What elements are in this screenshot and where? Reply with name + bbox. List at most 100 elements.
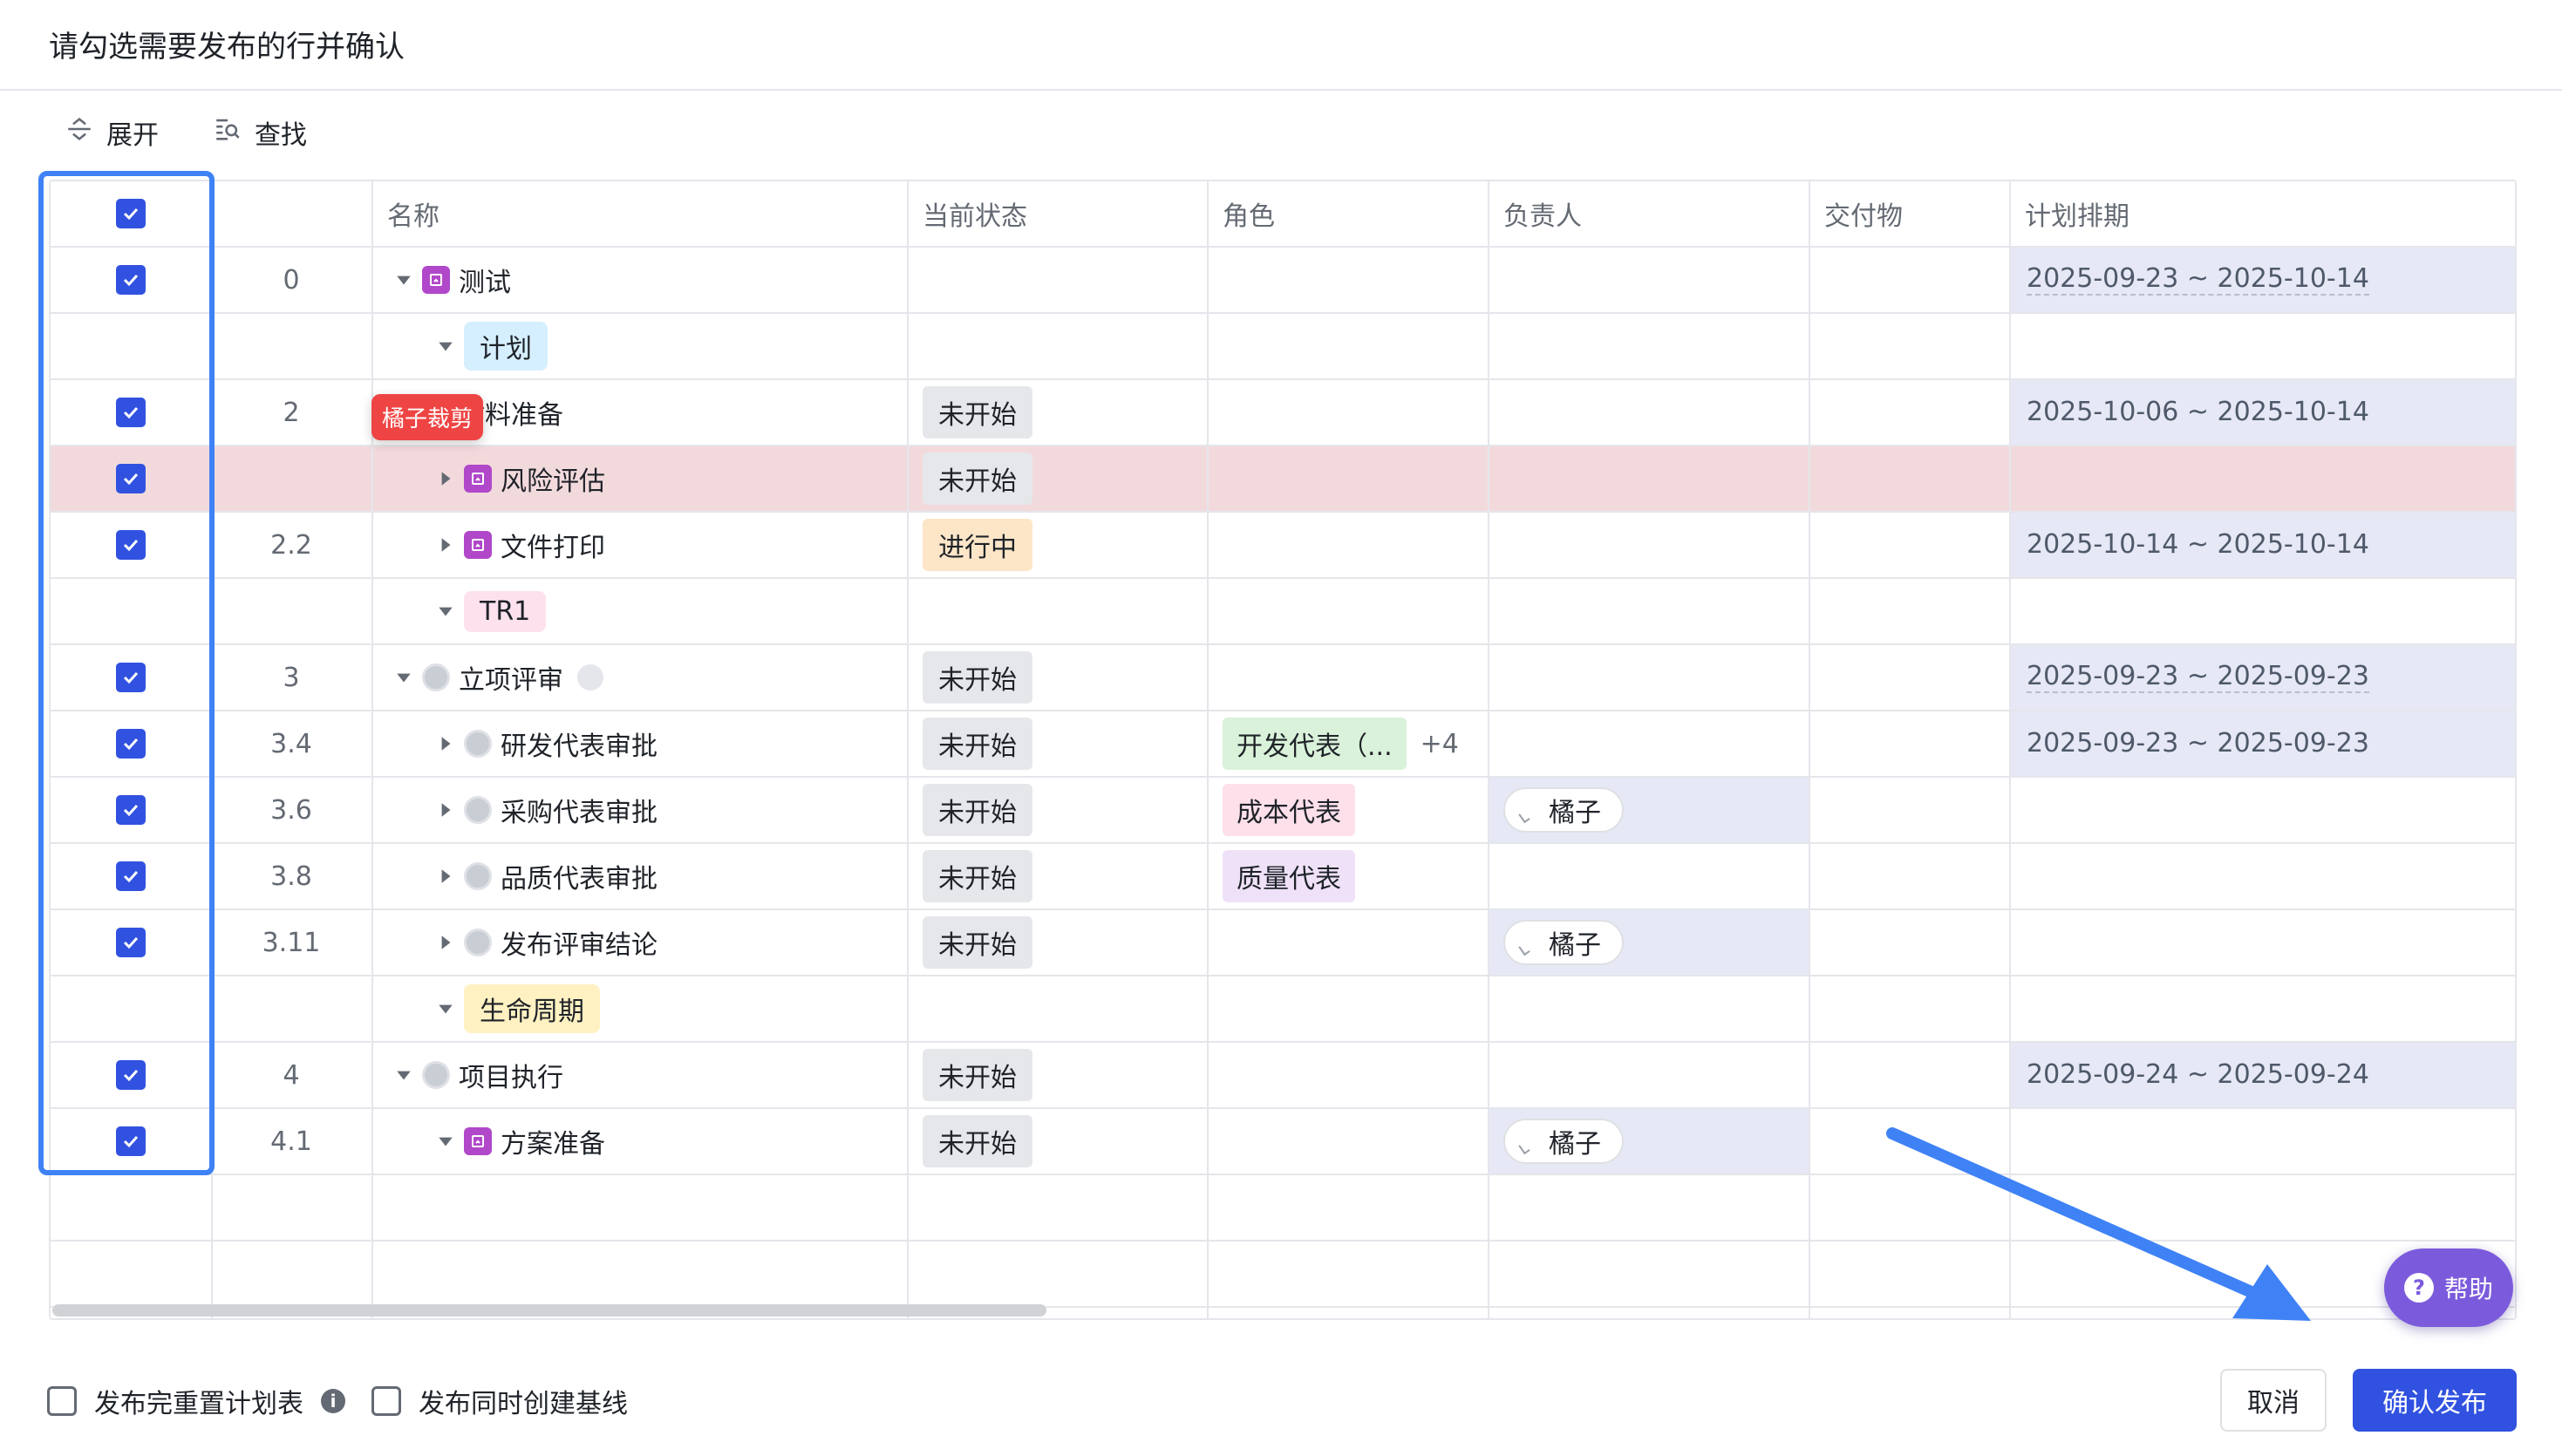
row-select-cell: [51, 976, 211, 1041]
task-icon: [464, 465, 492, 493]
status-badge[interactable]: 未开始: [923, 1049, 1032, 1101]
owner-chip[interactable]: 橘子: [1503, 787, 1624, 833]
row-number: [211, 446, 371, 511]
status-badge[interactable]: 未开始: [923, 386, 1032, 439]
table-row[interactable]: 风险评估 未开始: [51, 446, 2515, 513]
create-baseline-checkbox[interactable]: [371, 1386, 401, 1416]
role-tag[interactable]: 质量代表: [1223, 850, 1355, 902]
row-checkbox[interactable]: [116, 928, 146, 957]
row-checkbox[interactable]: [116, 1126, 146, 1156]
row-name-cell: 计划: [436, 314, 548, 378]
status-badge[interactable]: 未开始: [923, 651, 1032, 704]
help-icon: ?: [2403, 1273, 2434, 1303]
table-row[interactable]: 3 立项评审 未开始 2025-09-23 ~ 2025-09-23: [51, 645, 2515, 711]
title-divider: [0, 89, 2562, 91]
schedule-cell[interactable]: 2025-10-06 ~ 2025-10-14: [2011, 380, 2515, 445]
create-baseline-option[interactable]: 发布同时创建基线: [371, 1382, 628, 1420]
status-badge[interactable]: 未开始: [923, 784, 1032, 836]
table-row[interactable]: 0 测试 2025-09-23 ~ 2025-10-14: [51, 248, 2515, 314]
table-row[interactable]: 2.2 文件打印 进行中 2025-10-14 ~ 2025-10-14: [51, 513, 2515, 579]
collapse-caret-icon[interactable]: [436, 999, 455, 1018]
role-cell: 成本代表: [1223, 778, 1355, 842]
row-name-cell: 项目执行: [394, 1043, 563, 1107]
row-checkbox[interactable]: [116, 530, 146, 560]
owner-chip[interactable]: 橘子: [1503, 920, 1624, 965]
row-number: 0: [283, 264, 300, 296]
role-tag[interactable]: 开发代表（...: [1223, 718, 1407, 770]
table-row[interactable]: 3.6 采购代表审批 未开始 成本代表 橘子: [51, 778, 2515, 844]
column-header-deliverable[interactable]: 交付物: [1824, 181, 1903, 246]
collapse-caret-icon[interactable]: [394, 668, 413, 687]
row-number: 3.4: [270, 728, 312, 759]
column-header-owner[interactable]: 负责人: [1503, 181, 1582, 246]
row-checkbox[interactable]: [116, 1060, 146, 1090]
status-cell: 进行中: [923, 513, 1032, 577]
status-badge[interactable]: 未开始: [923, 916, 1032, 969]
find-button[interactable]: 查找: [213, 113, 307, 152]
row-name-cell: 生命周期: [436, 976, 600, 1041]
column-header-role[interactable]: 角色: [1223, 181, 1275, 246]
col-divider: [1488, 181, 1489, 1318]
row-checkbox[interactable]: [116, 729, 146, 759]
row-select-cell: [51, 248, 211, 312]
expand-caret-icon[interactable]: [436, 734, 455, 753]
reset-plan-checkbox[interactable]: [47, 1386, 77, 1416]
status-badge[interactable]: 未开始: [923, 1115, 1032, 1167]
status-badge[interactable]: 未开始: [923, 718, 1032, 770]
expand-caret-icon[interactable]: [436, 800, 455, 820]
schedule-cell[interactable]: 2025-09-23 ~ 2025-10-14: [2011, 248, 2515, 312]
status-cell: 未开始: [923, 446, 1032, 511]
reset-plan-option[interactable]: 发布完重置计划表 i: [47, 1382, 345, 1420]
role-more-count[interactable]: +4: [1421, 729, 1459, 759]
row-name: 品质代表审批: [501, 864, 658, 895]
schedule-cell[interactable]: 2025-10-14 ~ 2025-10-14: [2011, 513, 2515, 577]
row-checkbox[interactable]: [116, 795, 146, 825]
select-all-checkbox[interactable]: [116, 199, 146, 228]
row-checkbox[interactable]: [116, 265, 146, 295]
collapse-caret-icon[interactable]: [436, 602, 455, 621]
info-icon[interactable]: i: [321, 1389, 345, 1413]
collapse-circle-icon[interactable]: [577, 664, 603, 691]
collapse-caret-icon[interactable]: [394, 270, 413, 289]
table-row[interactable]: 生命周期: [51, 976, 2515, 1043]
status-badge[interactable]: 进行中: [923, 519, 1032, 571]
table-row[interactable]: 3.11 发布评审结论 未开始 橘子: [51, 910, 2515, 976]
row-checkbox[interactable]: [116, 861, 146, 891]
dialog-title: 请勾选需要发布的行并确认: [49, 30, 405, 65]
row-select-cell: [51, 711, 211, 776]
table-row[interactable]: 计划: [51, 314, 2515, 380]
table-row[interactable]: TR1: [51, 579, 2515, 645]
schedule-cell[interactable]: 2025-09-24 ~ 2025-09-24: [2011, 1043, 2515, 1107]
column-header-schedule[interactable]: 计划排期: [2025, 181, 2129, 246]
table-row[interactable]: 3.8 品质代表审批 未开始 质量代表: [51, 844, 2515, 910]
expand-caret-icon[interactable]: [436, 867, 455, 886]
table-row[interactable]: 4 项目执行 未开始 2025-09-24 ~ 2025-09-24: [51, 1043, 2515, 1109]
collapse-caret-icon[interactable]: [436, 1132, 455, 1151]
collapse-caret-icon[interactable]: [394, 1065, 413, 1085]
owner-cell: 橘子: [1489, 1109, 1809, 1174]
expand-button[interactable]: 展开: [65, 113, 159, 152]
row-checkbox[interactable]: [116, 464, 146, 493]
expand-caret-icon[interactable]: [436, 469, 455, 488]
row-checkbox[interactable]: [116, 663, 146, 692]
owner-chip[interactable]: 橘子: [1503, 1119, 1624, 1164]
table-row[interactable]: 3.4 研发代表审批 未开始 开发代表（... +4 2025-09-23 ~ 2025-…: [51, 711, 2515, 778]
help-button[interactable]: ? 帮助: [2384, 1248, 2513, 1327]
schedule-cell[interactable]: 2025-09-23 ~ 2025-09-23: [2011, 645, 2515, 710]
collapse-caret-icon[interactable]: [436, 337, 455, 356]
cancel-button[interactable]: 取消: [2220, 1369, 2327, 1432]
avatar: [1512, 929, 1540, 956]
expand-caret-icon[interactable]: [436, 933, 455, 952]
status-badge[interactable]: 未开始: [923, 452, 1032, 505]
row-checkbox[interactable]: [116, 398, 146, 427]
role-tag[interactable]: 成本代表: [1223, 784, 1355, 836]
schedule-cell[interactable]: 2025-09-23 ~ 2025-09-23: [2011, 711, 2515, 776]
horizontal-scrollbar[interactable]: [52, 1304, 1046, 1317]
confirm-publish-button[interactable]: 确认发布: [2353, 1369, 2517, 1432]
status-badge[interactable]: 未开始: [923, 850, 1032, 902]
expand-caret-icon[interactable]: [436, 535, 455, 555]
row-select-cell: [51, 513, 211, 577]
column-header-name[interactable]: 名称: [387, 181, 439, 246]
row-name: 采购代表审批: [501, 798, 658, 828]
column-header-status[interactable]: 当前状态: [923, 181, 1027, 246]
